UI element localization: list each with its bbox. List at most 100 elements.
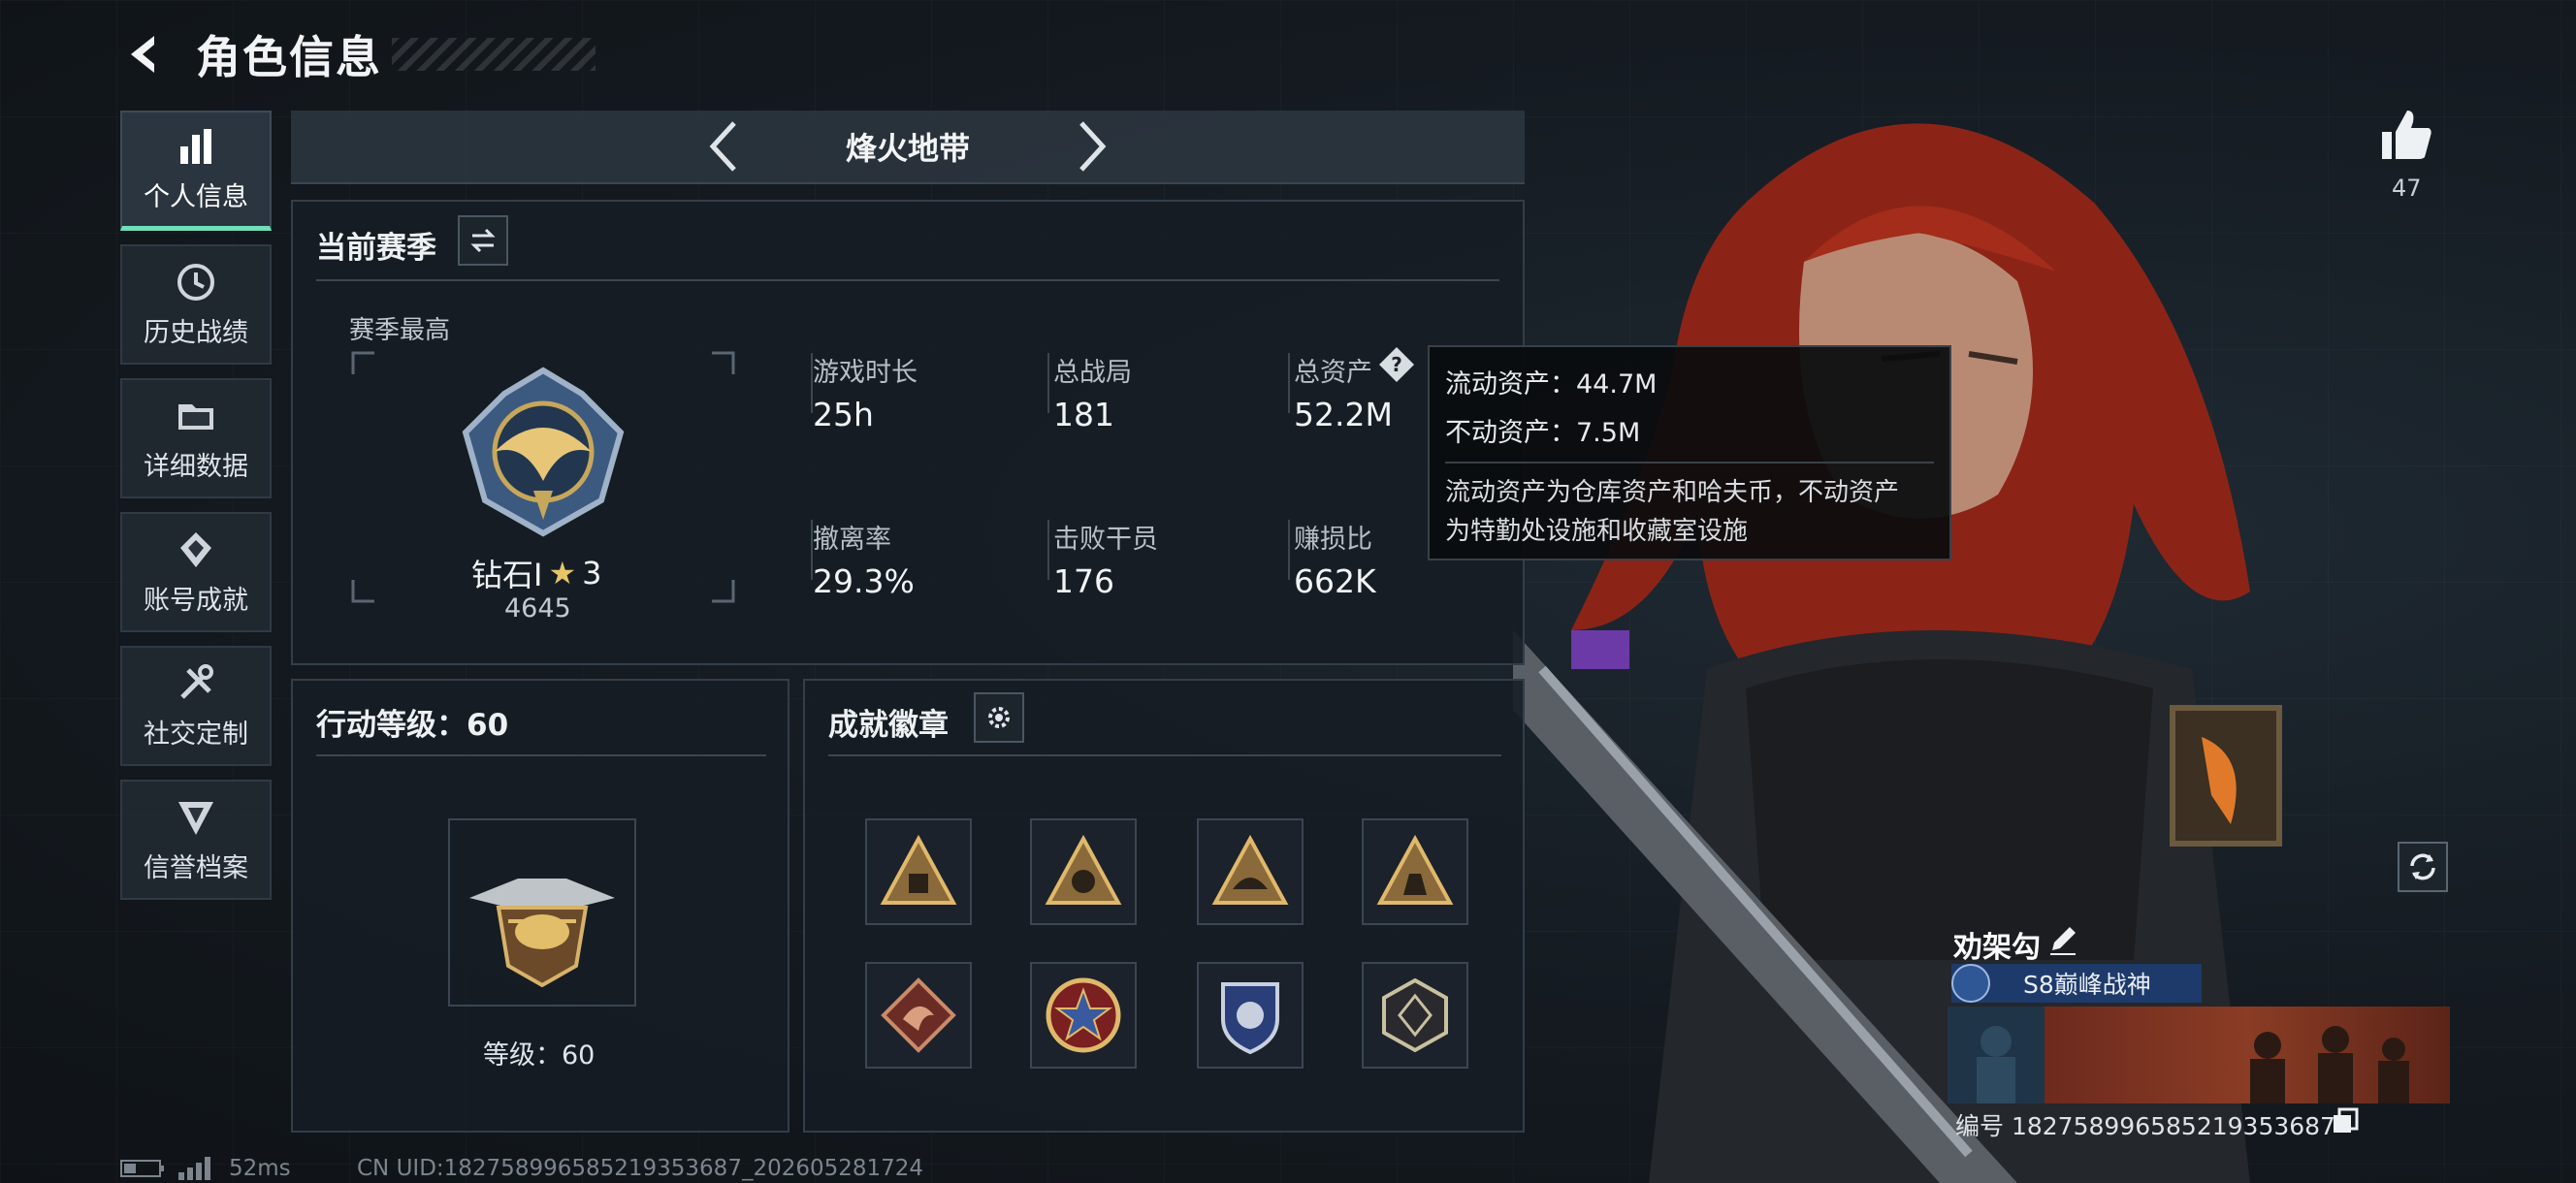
edit-icon[interactable] — [2046, 923, 2079, 956]
badge-slot-4[interactable] — [1362, 818, 1468, 925]
season-panel: 当前赛季 赛季最高 钻石I ★ 3 4645 游戏时长 25h 总战局 181 … — [291, 200, 1525, 665]
stat-value-extract-rate: 29.3% — [813, 562, 915, 600]
season-divider — [316, 279, 1499, 281]
like-button[interactable] — [2376, 105, 2436, 165]
stat-label-extract-rate: 撤离率 — [813, 525, 891, 555]
triangle-badge-icon — [1045, 834, 1122, 905]
copy-icon[interactable] — [2332, 1107, 2359, 1135]
badge-slot-2[interactable] — [1030, 818, 1137, 925]
season-switch-button[interactable] — [458, 215, 508, 266]
rank-emblem-icon — [462, 367, 625, 537]
badge-slot-8[interactable] — [1362, 962, 1468, 1069]
sidebar-item-detail-data[interactable]: 详细数据 — [120, 378, 272, 498]
rank-stars: 3 — [582, 555, 602, 592]
back-arrow-icon — [131, 36, 154, 73]
level-panel: 行动等级：60 等级：60 — [291, 679, 789, 1133]
swap-icon — [470, 228, 496, 253]
sidebar-item-label: 个人信息 — [144, 182, 248, 212]
sidebar-item-label: 信誉档案 — [144, 852, 248, 883]
gear-icon — [988, 707, 1010, 728]
banner-soldiers-image — [1948, 1007, 2409, 1103]
player-title-tag[interactable]: S8巅峰战神 — [1951, 964, 2202, 1003]
triangle-badge-icon — [1376, 834, 1454, 905]
cn-uid: CN UID:182758996585219353687_20260528172… — [357, 1156, 924, 1181]
stat-label-profit-ratio: 赚损比 — [1294, 525, 1372, 555]
tools-icon — [180, 663, 213, 699]
badge-slot-5[interactable] — [865, 962, 972, 1069]
badges-panel: 成就徽章 — [803, 679, 1525, 1133]
bar-chart-icon — [180, 129, 211, 164]
stat-value-assets: 52.2M — [1294, 396, 1393, 433]
sidebar-item-social[interactable]: 社交定制 — [120, 646, 272, 766]
tooltip-divider — [1445, 462, 1934, 464]
sidebar-item-reputation[interactable]: 信誉档案 — [120, 780, 272, 900]
badges-divider — [828, 754, 1501, 756]
mode-name: 烽火地带 — [845, 130, 970, 167]
back-button[interactable] — [118, 27, 173, 81]
badges-settings-button[interactable] — [974, 692, 1024, 743]
hexagon-badge-icon — [1382, 977, 1448, 1053]
chevron-left-icon — [709, 121, 736, 172]
folder-icon — [178, 403, 213, 430]
svg-text:?: ? — [1391, 353, 1402, 376]
badge-slot-7[interactable] — [1197, 962, 1304, 1069]
player-uid: 编号 182758996585219353687 — [1955, 1112, 2335, 1140]
question-icon: ? — [1379, 347, 1414, 382]
mode-prev-button[interactable] — [699, 117, 748, 176]
thumbs-up-icon — [2382, 111, 2431, 159]
ping-value: 52ms — [229, 1156, 291, 1181]
stat-label-assets: 总资产 — [1294, 358, 1372, 388]
level-label: 等级：60 — [483, 1040, 596, 1071]
chevron-right-icon — [1079, 121, 1107, 172]
level-divider — [316, 754, 766, 756]
mode-selector: 烽火地带 — [291, 111, 1525, 184]
clock-icon — [177, 263, 214, 301]
sidebar-item-personal-info[interactable]: 个人信息 — [120, 111, 272, 231]
title-tag-icon — [1951, 964, 1990, 1003]
player-banner[interactable] — [1948, 1007, 2450, 1103]
rank-name-row: 钻石I ★ 3 — [471, 551, 602, 595]
sidebar-item-label: 历史战绩 — [144, 317, 248, 348]
refresh-icon — [2410, 853, 2435, 880]
stat-label-playtime: 游戏时长 — [813, 358, 918, 388]
sidebar-item-label: 社交定制 — [144, 719, 248, 750]
page-title: 角色信息 — [196, 31, 382, 83]
helicopter-badge-icon — [469, 879, 615, 988]
signal-icon — [178, 1157, 210, 1180]
stat-divider — [1288, 520, 1290, 580]
sidebar-item-history[interactable]: 历史战绩 — [120, 244, 272, 365]
battery-icon — [120, 1160, 164, 1177]
star-badge-icon — [1046, 977, 1121, 1053]
assets-help-button[interactable]: ? — [1377, 345, 1416, 384]
title-decoration — [392, 38, 596, 71]
refresh-button[interactable] — [2398, 842, 2448, 892]
sidebar: 个人信息 历史战绩 详细数据 账号成就 社交定制 信誉档案 — [120, 111, 272, 913]
tooltip-description-2: 为特勤处设施和收藏室设施 — [1445, 517, 1749, 546]
shield-icon — [178, 801, 213, 835]
stat-value-matches: 181 — [1053, 396, 1114, 433]
badge-slot-1[interactable] — [865, 818, 972, 925]
tooltip-liquid-assets: 流动资产：44.7M — [1445, 369, 1658, 400]
star-icon: ★ — [548, 555, 577, 592]
tooltip-fixed-assets: 不动资产：7.5M — [1445, 418, 1641, 448]
rank-name: 钻石I — [471, 557, 543, 593]
stat-divider — [1288, 353, 1290, 413]
status-bar: 52ms — [120, 1156, 291, 1181]
shield-badge-icon — [1221, 982, 1279, 1055]
badge-slot-6[interactable] — [1030, 962, 1137, 1069]
triangle-badge-icon — [880, 834, 957, 905]
stat-divider — [1047, 353, 1049, 413]
rank-score: 4645 — [504, 593, 571, 623]
tooltip-description-1: 流动资产为仓库资产和哈夫币，不动资产 — [1445, 478, 1900, 507]
badge-slot-3[interactable] — [1197, 818, 1304, 925]
level-title: 行动等级：60 — [316, 708, 509, 743]
title-tag-text: S8巅峰战神 — [2023, 971, 2151, 999]
like-count: 47 — [2392, 175, 2422, 202]
stat-value-profit-ratio: 662K — [1294, 562, 1376, 600]
sidebar-item-achievements[interactable]: 账号成就 — [120, 512, 272, 632]
mode-next-button[interactable] — [1068, 117, 1116, 176]
season-best-label: 赛季最高 — [349, 316, 451, 345]
level-emblem-frame — [448, 818, 636, 1007]
stat-label-kills: 击败干员 — [1053, 525, 1158, 555]
stat-label-matches: 总战局 — [1053, 358, 1132, 388]
